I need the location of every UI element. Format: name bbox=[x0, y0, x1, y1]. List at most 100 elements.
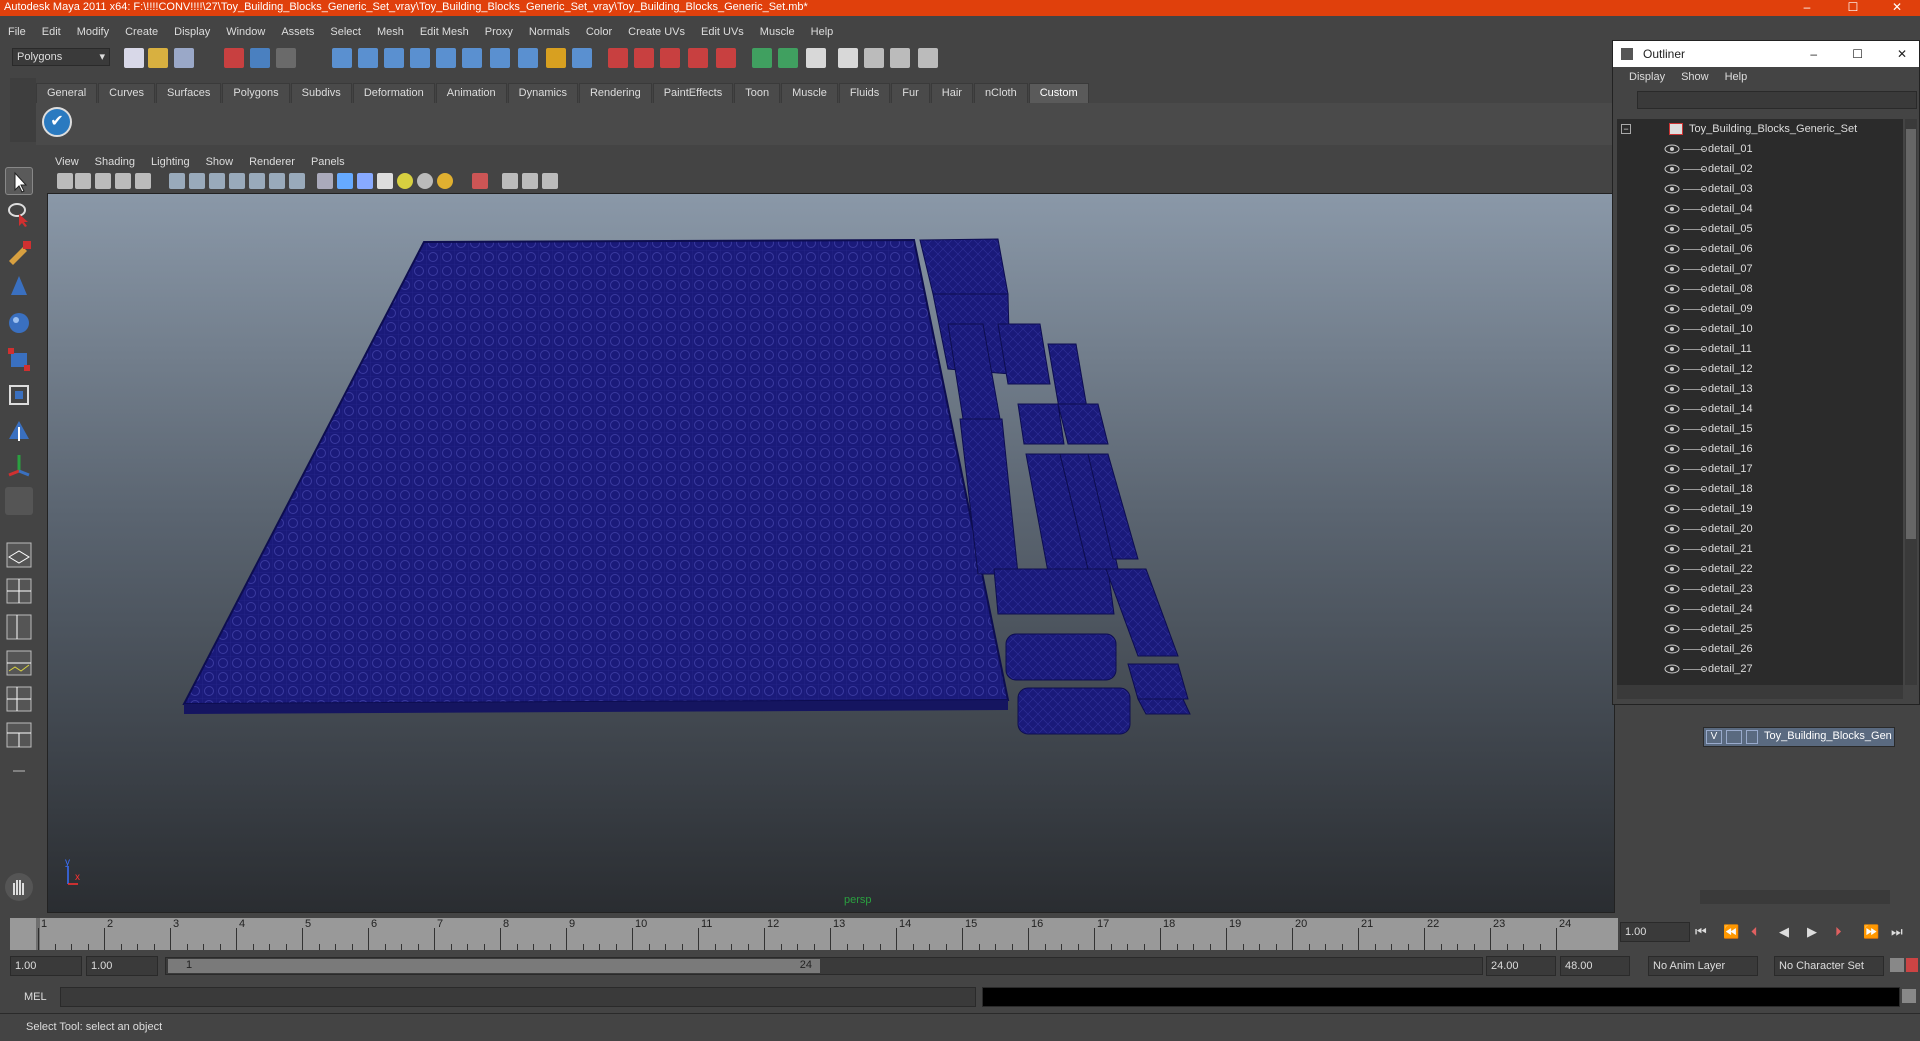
gate-mask-icon[interactable] bbox=[229, 173, 245, 189]
vp-menu-renderer[interactable]: Renderer bbox=[241, 153, 303, 171]
checkmark-icon[interactable]: ✔ bbox=[42, 107, 72, 137]
shelf-tab-surfaces[interactable]: Surfaces bbox=[155, 83, 222, 103]
outliner-menu-help[interactable]: Help bbox=[1717, 67, 1756, 87]
ipr-render-icon[interactable] bbox=[660, 48, 680, 68]
new-scene-icon[interactable] bbox=[124, 48, 144, 68]
smooth-shade-icon[interactable] bbox=[337, 173, 353, 189]
brick-13[interactable] bbox=[1105, 568, 1179, 657]
outliner-search-input[interactable] bbox=[1637, 91, 1917, 109]
lock-icon[interactable] bbox=[546, 48, 566, 68]
select-object-icon[interactable] bbox=[250, 48, 270, 68]
brick-4[interactable] bbox=[997, 323, 1051, 385]
current-frame-field[interactable]: 1.00 bbox=[1620, 922, 1690, 942]
shelf-tab-muscle[interactable]: Muscle bbox=[781, 83, 838, 103]
outliner-item[interactable]: detail_23 bbox=[1617, 579, 1903, 599]
wheel-block-1[interactable] bbox=[1005, 633, 1117, 681]
bookmark-icon[interactable] bbox=[95, 173, 111, 189]
select-tool-icon[interactable] bbox=[5, 167, 33, 195]
layer-scrollbar[interactable] bbox=[1700, 890, 1890, 904]
construction-icon[interactable] bbox=[490, 48, 510, 68]
outliner-maximize-button[interactable]: ☐ bbox=[1852, 41, 1863, 67]
play-forward-icon[interactable]: ▶ bbox=[1807, 924, 1817, 940]
menu-create[interactable]: Create bbox=[117, 23, 166, 41]
layout-3-icon[interactable] bbox=[890, 48, 910, 68]
manipulator-icon[interactable] bbox=[5, 381, 33, 409]
menu-file[interactable]: File bbox=[0, 23, 34, 41]
history-icon[interactable] bbox=[462, 48, 482, 68]
shelf-tab-custom[interactable]: Custom bbox=[1028, 83, 1089, 103]
hypershade-icon[interactable] bbox=[716, 48, 736, 68]
open-scene-icon[interactable] bbox=[148, 48, 168, 68]
hardware-texturing-icon[interactable] bbox=[542, 173, 558, 189]
outliner-minimize-button[interactable]: – bbox=[1810, 41, 1817, 67]
menu-muscle[interactable]: Muscle bbox=[752, 23, 803, 41]
last-tool-icon[interactable] bbox=[5, 487, 33, 515]
shelf-tab-dynamics[interactable]: Dynamics bbox=[507, 83, 578, 103]
outliner-item[interactable]: detail_25 bbox=[1617, 619, 1903, 639]
menu-display[interactable]: Display bbox=[166, 23, 218, 41]
layout-4-icon[interactable] bbox=[918, 48, 938, 68]
snap-grid-icon[interactable] bbox=[332, 48, 352, 68]
end-range-field[interactable]: 24.00 bbox=[1486, 956, 1556, 976]
menu-proxy[interactable]: Proxy bbox=[477, 23, 521, 41]
wireframe-icon[interactable] bbox=[317, 173, 333, 189]
outliner-item[interactable]: detail_17 bbox=[1617, 459, 1903, 479]
attribute-editor-icon[interactable] bbox=[778, 48, 798, 68]
menu-edit[interactable]: Edit bbox=[34, 23, 69, 41]
outliner-item[interactable]: detail_02 bbox=[1617, 159, 1903, 179]
shelf-tab-toon[interactable]: Toon bbox=[734, 83, 781, 103]
menu-create-uvs[interactable]: Create UVs bbox=[620, 23, 693, 41]
baseplate-mesh[interactable] bbox=[182, 238, 1010, 706]
perspective-viewport[interactable]: x y persp bbox=[47, 193, 1615, 913]
four-view-layout-icon[interactable] bbox=[5, 577, 33, 605]
start-time-field[interactable]: 1.00 bbox=[10, 956, 82, 976]
snap-plane-icon[interactable] bbox=[410, 48, 430, 68]
shelf-tab-hair[interactable]: Hair bbox=[930, 83, 973, 103]
shelf-tab-polygons[interactable]: Polygons bbox=[222, 83, 290, 103]
two-d-pan-icon[interactable] bbox=[135, 173, 151, 189]
collapse-toggle-icon[interactable]: − bbox=[1621, 124, 1631, 134]
field-chart-icon[interactable] bbox=[249, 173, 265, 189]
camera-select-icon[interactable] bbox=[57, 173, 73, 189]
textured-icon[interactable] bbox=[377, 173, 393, 189]
key-icon[interactable] bbox=[1890, 958, 1904, 972]
vp-menu-show[interactable]: Show bbox=[198, 153, 242, 171]
image-plane-icon[interactable] bbox=[115, 173, 131, 189]
range-track[interactable]: 1 24 bbox=[165, 957, 1483, 975]
outliner-item[interactable]: detail_27 bbox=[1617, 659, 1903, 679]
outliner-item[interactable]: detail_18 bbox=[1617, 479, 1903, 499]
shelf-tab-curves[interactable]: Curves bbox=[98, 83, 155, 103]
step-forward-icon[interactable]: ⏩ bbox=[1863, 924, 1879, 940]
snap-curve-icon[interactable] bbox=[358, 48, 378, 68]
outliner-menu-show[interactable]: Show bbox=[1673, 67, 1717, 87]
menu-modify[interactable]: Modify bbox=[69, 23, 117, 41]
camera-attributes-icon[interactable] bbox=[75, 173, 91, 189]
step-back-key-icon[interactable]: ⏴ bbox=[1751, 924, 1758, 940]
outliner-item[interactable]: detail_26 bbox=[1617, 639, 1903, 659]
layout-icon[interactable] bbox=[838, 48, 858, 68]
outliner-root-item[interactable]: − Toy_Building_Blocks_Generic_Set bbox=[1617, 119, 1903, 139]
menu-window[interactable]: Window bbox=[218, 23, 273, 41]
range-handle[interactable]: 1 24 bbox=[168, 959, 820, 973]
go-to-end-icon[interactable]: ⏭ bbox=[1891, 924, 1903, 940]
outliner-item[interactable]: detail_16 bbox=[1617, 439, 1903, 459]
outliner-item[interactable]: detail_11 bbox=[1617, 339, 1903, 359]
vp-menu-shading[interactable]: Shading bbox=[87, 153, 143, 171]
minimize-button[interactable]: – bbox=[1784, 0, 1830, 16]
show-manip-icon[interactable] bbox=[5, 451, 33, 479]
save-scene-icon[interactable] bbox=[174, 48, 194, 68]
menu-help[interactable]: Help bbox=[803, 23, 842, 41]
layer-playback-toggle[interactable] bbox=[1726, 730, 1742, 744]
resolution-gate-icon[interactable] bbox=[209, 173, 225, 189]
wireframe-on-shaded-icon[interactable] bbox=[357, 173, 373, 189]
shadows-icon[interactable] bbox=[437, 173, 453, 189]
menu-edit-mesh[interactable]: Edit Mesh bbox=[412, 23, 477, 41]
shelf-tab-animation[interactable]: Animation bbox=[435, 83, 507, 103]
script-editor-icon[interactable] bbox=[1902, 989, 1916, 1003]
start-range-field[interactable]: 1.00 bbox=[86, 956, 158, 976]
shelf-tab-ncloth[interactable]: nCloth bbox=[973, 83, 1028, 103]
rotate-tool-icon[interactable] bbox=[5, 309, 33, 337]
all-lights-icon[interactable] bbox=[417, 173, 433, 189]
xray-joints-icon[interactable] bbox=[522, 173, 538, 189]
safe-title-icon[interactable] bbox=[289, 173, 305, 189]
